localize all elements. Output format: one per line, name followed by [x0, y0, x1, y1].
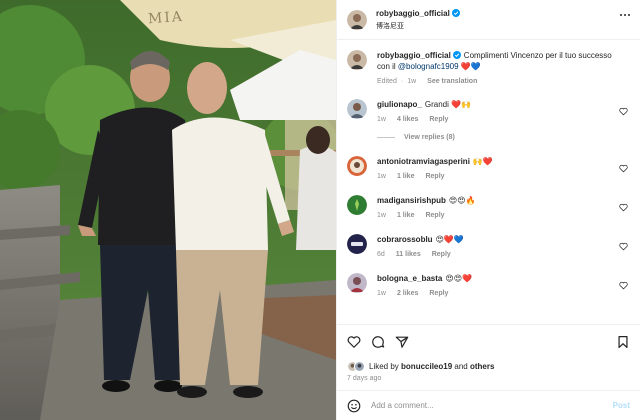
author-avatar[interactable] [347, 9, 367, 30]
liker-avatar[interactable] [354, 360, 365, 372]
comments-list: robybaggio_official Complimenti Vincenzo … [337, 40, 640, 324]
liked-by-conj: and [454, 361, 468, 371]
meta-separator: · [400, 78, 404, 85]
post-caption: robybaggio_official Complimenti Vincenzo … [347, 50, 630, 85]
comment-text: Grandi ❤️🙌 [424, 100, 472, 109]
commenter-avatar[interactable] [347, 99, 367, 119]
comment-likes[interactable]: 1 like [397, 212, 415, 219]
liked-by-others[interactable]: others [470, 362, 494, 371]
commenter-username[interactable]: giulionapo_ [377, 100, 422, 109]
comment-time[interactable]: 6d [377, 251, 385, 258]
comment-likes[interactable]: 2 likes [397, 290, 418, 297]
commenter-username[interactable]: bologna_e_basta [377, 274, 442, 283]
reply-button[interactable]: Reply [429, 116, 448, 123]
commenter-avatar[interactable] [347, 234, 367, 254]
reply-button[interactable]: Reply [429, 290, 448, 297]
comment-likes[interactable]: 4 likes [397, 116, 418, 123]
heart-icon[interactable] [619, 242, 628, 251]
commenter-username[interactable]: madigansirishpub [377, 196, 446, 205]
comment-time[interactable]: 1w [377, 173, 386, 180]
post-comment-button[interactable]: Post [613, 401, 630, 410]
commenter-username[interactable]: antoniotramviagasperini [377, 157, 470, 166]
photo-illustration [0, 0, 336, 420]
comment-text: 😍❤️💙 [435, 235, 464, 244]
liked-by-prefix: Liked by [369, 361, 399, 371]
comment-row: madigansirishpub 😍😍🔥 1w 1 like Reply [347, 195, 630, 219]
verified-badge-icon [452, 51, 461, 59]
comment-likes[interactable]: 11 likes [396, 251, 421, 258]
comment-time[interactable]: 1w [377, 290, 386, 297]
post-side-panel: robybaggio_official 博洛尼亚 robybaggio_offi… [336, 0, 640, 420]
verified-badge-icon [451, 8, 460, 17]
caption-mention[interactable]: @bolognafc1909 [398, 62, 459, 71]
instagram-post-view: MIA robybaggio_official 博洛尼亚 robybaggio_… [0, 0, 640, 420]
post-header: robybaggio_official 博洛尼亚 [337, 0, 640, 40]
heart-icon[interactable] [619, 164, 628, 173]
commenter-avatar[interactable] [347, 195, 367, 215]
heart-icon[interactable] [619, 107, 628, 116]
reply-button[interactable]: Reply [425, 212, 444, 219]
comment-text: 😍😍🔥 [448, 196, 476, 205]
comment-row: bologna_e_basta 😍😍❤️ 1w 2 likes Reply [347, 273, 630, 297]
commenter-username[interactable]: cobrarossoblu [377, 235, 433, 244]
comment-time[interactable]: 1w [377, 116, 386, 123]
liked-by-user[interactable]: bonuccileo19 [401, 362, 452, 371]
comment-likes[interactable]: 1 like [397, 173, 415, 180]
view-replies-button[interactable]: View replies (8) [377, 134, 630, 141]
heart-icon[interactable] [619, 281, 628, 290]
caption-emoji: ❤️💙 [460, 62, 481, 71]
reply-button[interactable]: Reply [432, 251, 451, 258]
post-photo[interactable]: MIA [0, 0, 336, 420]
caption-username[interactable]: robybaggio_official [377, 51, 451, 60]
commenter-avatar[interactable] [347, 273, 367, 293]
comment-time[interactable]: 1w [377, 212, 386, 219]
comment-input[interactable] [371, 401, 613, 410]
see-translation-link[interactable]: See translation [427, 78, 477, 85]
comment-row: antoniotramviagasperini 🙌❤️ 1w 1 like Rep… [347, 156, 630, 180]
reply-button[interactable]: Reply [425, 173, 444, 180]
share-icon[interactable] [395, 335, 409, 349]
comment-row: giulionapo_ Grandi ❤️🙌 1w 4 likes Reply [347, 99, 630, 123]
add-comment-bar: Post [337, 390, 640, 420]
comment-icon[interactable] [371, 335, 385, 349]
comment-text: 🙌❤️ [472, 157, 493, 166]
commenter-avatar[interactable] [347, 156, 367, 176]
comment-row: cobrarossoblu 😍❤️💙 6d 11 likes Reply [347, 234, 630, 258]
action-bar [337, 324, 640, 358]
more-options-icon[interactable] [620, 14, 630, 16]
caption-avatar[interactable] [347, 50, 367, 70]
edited-label: Edited [377, 78, 397, 85]
replies-divider [377, 137, 395, 138]
heart-icon[interactable] [347, 335, 361, 349]
post-date[interactable]: 7 days ago [337, 374, 640, 390]
bookmark-icon[interactable] [616, 335, 630, 349]
umbrella-print: MIA [147, 8, 185, 28]
heart-icon[interactable] [619, 203, 628, 212]
emoji-icon[interactable] [347, 399, 361, 413]
liked-by-row: Liked by bonuccileo19 and others [337, 358, 640, 374]
author-username[interactable]: robybaggio_official [376, 9, 450, 18]
view-replies-label: View replies (8) [404, 134, 455, 141]
comment-text: 😍😍❤️ [445, 274, 472, 283]
caption-time[interactable]: 1w [407, 78, 416, 85]
post-location[interactable]: 博洛尼亚 [376, 21, 460, 31]
